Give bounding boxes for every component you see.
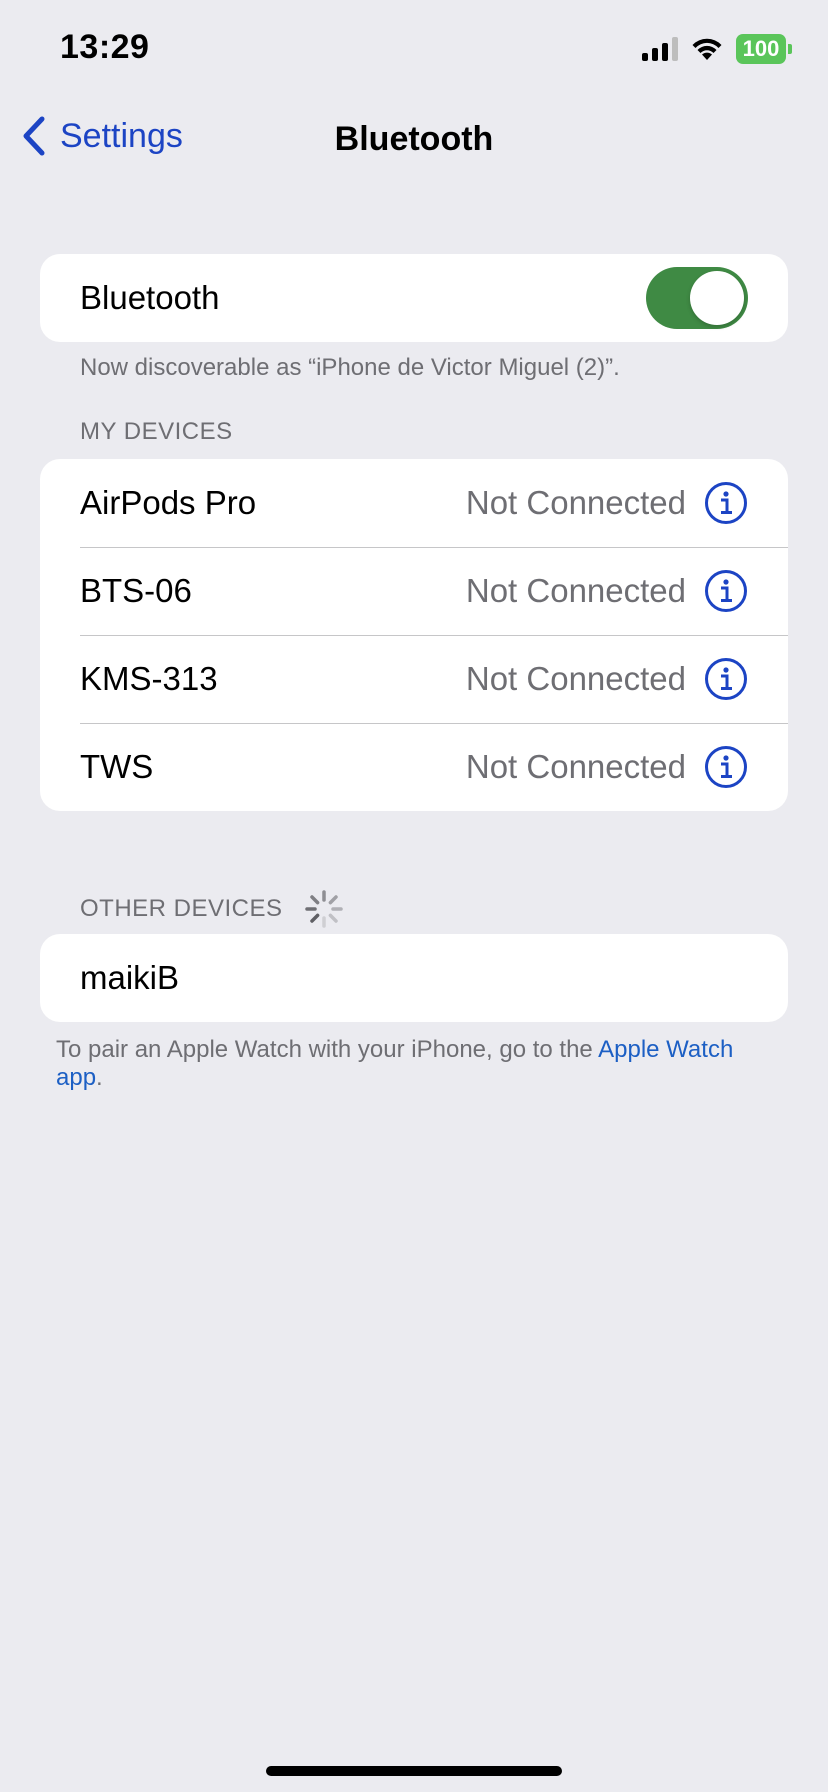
device-row[interactable]: BTS-06 Not Connected [40, 547, 788, 635]
info-icon[interactable] [704, 745, 748, 789]
my-devices-list: AirPods Pro Not Connected BTS-06 Not Con… [40, 459, 788, 811]
loading-spinner-icon [304, 890, 343, 928]
other-devices-header: OTHER DEVICES [80, 888, 345, 930]
navigation-bar: Settings Bluetooth [0, 110, 828, 170]
status-bar: 13:29 100 [0, 0, 828, 100]
device-row[interactable]: KMS-313 Not Connected [40, 635, 788, 723]
device-row[interactable]: AirPods Pro Not Connected [40, 459, 788, 547]
battery-icon: 100 [736, 34, 792, 64]
device-name: maikiB [80, 959, 180, 996]
device-name: TWS [80, 748, 154, 785]
apple-watch-note-text: To pair an Apple Watch with your iPhone,… [56, 1036, 599, 1063]
battery-level: 100 [736, 34, 786, 64]
wifi-icon [692, 38, 722, 60]
cellular-signal-icon [642, 37, 678, 61]
status-icons: 100 [642, 34, 792, 64]
page-title: Bluetooth [334, 120, 494, 158]
bluetooth-row: Bluetooth [40, 254, 788, 342]
other-devices-header-label: OTHER DEVICES [80, 895, 283, 922]
device-row[interactable]: TWS Not Connected [40, 723, 788, 811]
info-icon[interactable] [704, 657, 748, 701]
my-devices-header: MY DEVICES [80, 418, 233, 445]
device-status: Not Connected [465, 660, 686, 697]
toggle-knob [690, 271, 744, 325]
bluetooth-toggle[interactable] [646, 267, 748, 329]
home-indicator[interactable] [266, 1766, 562, 1776]
device-row[interactable]: maikiB [40, 934, 788, 1022]
device-name: AirPods Pro [80, 484, 257, 521]
device-status: Not Connected [465, 572, 686, 609]
bluetooth-toggle-group: Bluetooth [40, 254, 788, 342]
apple-watch-note-end: . [96, 1064, 103, 1091]
device-name: KMS-313 [80, 660, 218, 697]
apple-watch-note: To pair an Apple Watch with your iPhone,… [56, 1036, 756, 1092]
device-status: Not Connected [465, 748, 686, 785]
other-devices-list: maikiB [40, 934, 788, 1022]
status-time: 13:29 [60, 28, 150, 66]
info-icon[interactable] [704, 481, 748, 525]
device-name: BTS-06 [80, 572, 192, 609]
discoverable-note: Now discoverable as “iPhone de Victor Mi… [80, 354, 620, 381]
info-icon[interactable] [704, 569, 748, 613]
device-status: Not Connected [465, 484, 686, 521]
